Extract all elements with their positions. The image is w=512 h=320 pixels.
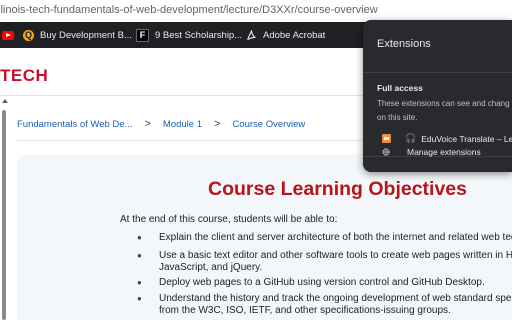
manage-extensions-label: Manage extensions bbox=[407, 147, 481, 157]
bullet: ● bbox=[137, 278, 142, 287]
description-line: These extensions can see and chang bbox=[377, 99, 510, 108]
extension-label: EduVoice Translate – Le... bbox=[421, 133, 512, 144]
popup-divider bbox=[363, 72, 512, 73]
gear-icon bbox=[382, 148, 390, 156]
bullet: ● bbox=[137, 233, 142, 242]
breadcrumb-separator: > bbox=[144, 118, 151, 130]
extensions-popup-title: Extensions bbox=[377, 38, 431, 50]
bookmark-label: Buy Development B... bbox=[40, 29, 132, 41]
extension-item-eduvoice[interactable]: 🎧 EduVoice Translate – Le... bbox=[377, 133, 512, 144]
full-access-heading: Full access bbox=[377, 83, 423, 93]
breadcrumb-current[interactable]: Course Overview bbox=[232, 119, 305, 130]
breadcrumb-course[interactable]: Fundamentals of Web De... bbox=[17, 119, 132, 130]
bookmark-buy-development[interactable]: Q Buy Development B... bbox=[23, 22, 132, 48]
eduvoice-icon bbox=[382, 134, 391, 143]
manage-extensions-button[interactable]: Manage extensions bbox=[381, 147, 481, 157]
description-line: on this site. bbox=[377, 113, 418, 122]
bookmark-adobe-acrobat[interactable]: Adobe Acrobat bbox=[246, 22, 325, 48]
f-logo-icon: F bbox=[136, 28, 149, 42]
url-text: llinois-tech-fundamentals-of-web-develop… bbox=[0, 4, 378, 16]
lecture-title: Course Learning Objectives bbox=[208, 178, 467, 200]
acrobat-icon bbox=[246, 28, 257, 41]
objective-text: Use a basic text editor and other softwa… bbox=[159, 250, 512, 261]
objective-text: Deploy web pages to a GitHub using versi… bbox=[159, 277, 485, 288]
site-logo[interactable]: TECH bbox=[0, 66, 48, 86]
breadcrumb-module[interactable]: Module 1 bbox=[163, 119, 202, 130]
headphones-icon: 🎧 bbox=[405, 133, 417, 143]
scroll-up-arrow-icon[interactable] bbox=[2, 99, 8, 103]
bookmark-youtube[interactable] bbox=[2, 22, 20, 48]
full-access-description: These extensions can see and chang on th… bbox=[377, 97, 512, 125]
bookmark-scholarships[interactable]: F 9 Best Scholarship... bbox=[136, 22, 242, 48]
objective-text: Understand the history and track the ong… bbox=[159, 293, 512, 304]
objective-text: JavaScript, and jQuery. bbox=[159, 262, 263, 273]
objectives-intro: At the end of this course, students will… bbox=[120, 214, 338, 225]
bookmark-label: 9 Best Scholarship... bbox=[155, 29, 243, 41]
breadcrumb-separator: > bbox=[214, 118, 221, 130]
objective-text: from the W3C, ISO, IETF, and other speci… bbox=[159, 305, 451, 316]
bullet: ● bbox=[137, 251, 142, 260]
objective-text: Explain the client and server architectu… bbox=[159, 232, 512, 243]
scrollbar-thumb[interactable] bbox=[2, 110, 6, 320]
q-logo-icon: Q bbox=[23, 29, 34, 41]
breadcrumb: Fundamentals of Web De... > Module 1 > C… bbox=[17, 118, 305, 130]
youtube-icon bbox=[2, 30, 14, 40]
bullet: ● bbox=[137, 294, 142, 303]
bookmark-label: Adobe Acrobat bbox=[263, 29, 326, 41]
